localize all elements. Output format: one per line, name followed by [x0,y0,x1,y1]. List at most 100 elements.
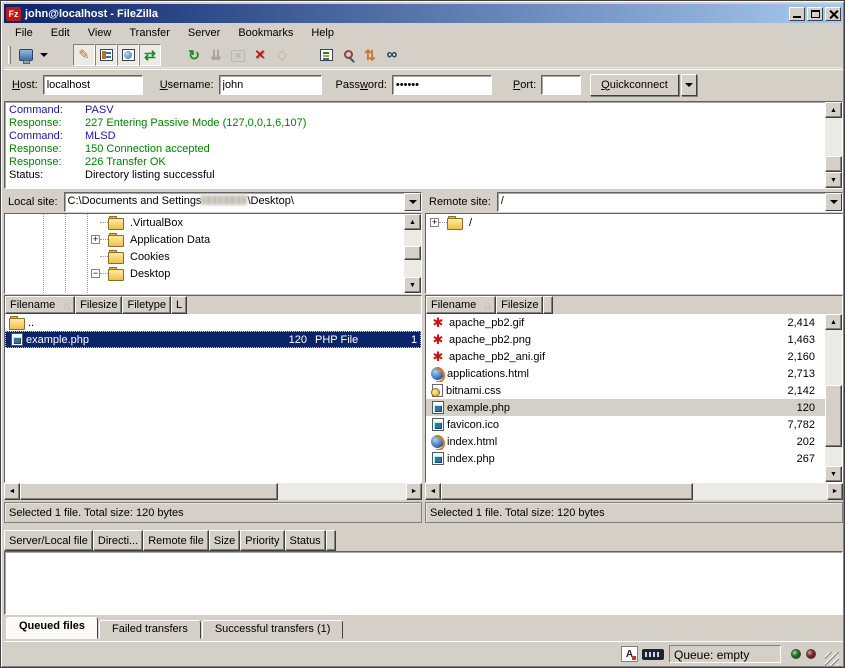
directory-comparison-button[interactable] [337,44,359,66]
file-row[interactable]: applications.html 2,713 [426,365,825,382]
tree-expander[interactable] [91,269,100,278]
tree-item[interactable]: .VirtualBox [5,214,404,231]
column-header[interactable]: Filesize△ [496,296,543,314]
menu-item[interactable]: File [6,25,42,41]
menu-item[interactable]: Bookmarks [229,25,302,41]
file-row[interactable]: apache_pb2.png 1,463 [426,331,825,348]
remote-list-scrollbar[interactable]: ▲ ▼ [825,314,842,482]
scroll-right-icon[interactable]: ► [827,483,843,500]
menu-item[interactable]: View [79,25,121,41]
host-input[interactable] [43,75,143,95]
scroll-up-icon[interactable]: ▲ [825,102,842,118]
file-row[interactable]: apache_pb2_ani.gif 2,160 [426,348,825,365]
resize-grip[interactable] [825,652,839,666]
column-header[interactable]: Filename△ [5,296,75,314]
process-queue-button[interactable] [205,44,227,66]
scrollbar-thumb[interactable] [825,156,842,172]
tree-item[interactable]: / [426,214,842,231]
column-header[interactable]: Filesize△ [75,296,122,314]
scroll-down-icon[interactable]: ▼ [825,466,842,482]
disconnect-button[interactable] [249,44,271,66]
tree-item[interactable]: Desktop [5,265,404,282]
column-header[interactable]: Server/Local file [4,530,93,551]
file-row[interactable]: example.php 120 PHP File 1 [5,331,421,348]
column-header[interactable]: △ [543,296,553,314]
toolbar-grip[interactable] [8,46,11,64]
scroll-up-icon[interactable]: ▲ [404,214,421,230]
toggle-local-tree-button[interactable] [95,44,117,66]
data-type-ascii-icon[interactable]: A [621,646,638,662]
toggle-transfer-queue-button[interactable] [139,44,161,66]
file-row[interactable]: example.php 120 [426,399,825,416]
quickconnect-dropdown-button[interactable] [681,74,697,96]
tree-item-label[interactable]: Desktop [127,267,173,281]
remote-site-combobox[interactable]: / [497,192,843,212]
cancel-operation-button[interactable] [227,44,249,66]
toggle-message-log-button[interactable] [73,44,95,66]
password-input[interactable] [392,75,492,95]
filter-button[interactable] [315,44,337,66]
scroll-up-icon[interactable]: ▲ [825,314,842,330]
column-header[interactable]: Filetype△ [122,296,171,314]
column-header[interactable] [326,530,336,551]
toggle-remote-tree-button[interactable] [117,44,139,66]
column-header[interactable]: Size [209,530,240,551]
site-manager-dropdown[interactable] [37,44,51,66]
tree-item-label[interactable]: Application Data [127,233,213,247]
file-row[interactable]: index.html 202 [426,433,825,450]
scrollbar-thumb[interactable] [404,246,421,260]
queue-body[interactable] [4,551,843,615]
tree-expander[interactable] [91,235,100,244]
queue-tab[interactable]: Successful transfers (1) [202,620,344,639]
find-files-button[interactable] [381,44,403,66]
speed-limit-icon[interactable] [642,649,664,660]
message-log-scrollbar[interactable]: ▲ ▼ [825,102,842,188]
abort-button[interactable] [271,44,293,66]
scroll-right-icon[interactable]: ► [406,483,422,500]
queue-tab[interactable]: Queued files [6,617,98,639]
username-input[interactable] [219,75,322,95]
file-row[interactable]: favicon.ico 7,782 [426,416,825,433]
remote-site-dropdown-button[interactable] [825,193,842,211]
column-header[interactable]: Filename△ [426,296,496,314]
column-header[interactable]: Status [285,530,326,551]
tree-expander[interactable] [430,218,439,227]
quickconnect-button[interactable]: Quickconnect [590,74,679,96]
site-manager-button[interactable] [15,44,37,66]
menu-item[interactable]: Server [179,25,229,41]
file-row[interactable]: index.php 267 [426,450,825,467]
tree-item-label[interactable]: / [466,216,475,230]
port-input[interactable] [541,75,581,95]
scrollbar-thumb[interactable] [825,385,842,447]
maximize-button[interactable] [807,7,823,21]
local-site-combobox[interactable]: C:\Documents and Settings\Desktop\ [64,192,422,212]
menu-item[interactable]: Edit [42,25,79,41]
tree-item[interactable]: Application Data [5,231,404,248]
local-tree-scrollbar[interactable]: ▲ ▼ [404,214,421,293]
file-row[interactable]: bitnami.css 2,142 [426,382,825,399]
local-site-dropdown-button[interactable] [404,193,421,211]
menu-item[interactable]: Transfer [120,25,179,41]
column-header[interactable]: L△ [171,296,187,314]
column-header[interactable]: Remote file [143,530,209,551]
file-row[interactable]: .. [5,314,421,331]
scrollbar-thumb[interactable] [20,483,278,500]
column-header[interactable]: Priority [240,530,284,551]
refresh-button[interactable] [183,44,205,66]
title-bar[interactable]: Fz john@localhost - FileZilla [4,4,843,23]
scroll-down-icon[interactable]: ▼ [404,277,421,293]
scroll-left-icon[interactable]: ◄ [425,483,441,500]
file-row[interactable]: apache_pb2.gif 2,414 [426,314,825,331]
tree-item-label[interactable]: .VirtualBox [127,216,186,230]
local-list-hscrollbar[interactable]: ◄ ► [4,483,422,500]
scroll-down-icon[interactable]: ▼ [825,172,842,188]
queue-tab[interactable]: Failed transfers [99,620,201,639]
minimize-button[interactable] [789,7,805,21]
tree-item[interactable]: Cookies [5,248,404,265]
tree-item-label[interactable]: Cookies [127,250,173,264]
synchronized-browsing-button[interactable] [359,44,381,66]
scroll-left-icon[interactable]: ◄ [4,483,20,500]
scrollbar-thumb[interactable] [441,483,693,500]
remote-list-hscrollbar[interactable]: ◄ ► [425,483,843,500]
menu-item[interactable]: Help [302,25,343,41]
